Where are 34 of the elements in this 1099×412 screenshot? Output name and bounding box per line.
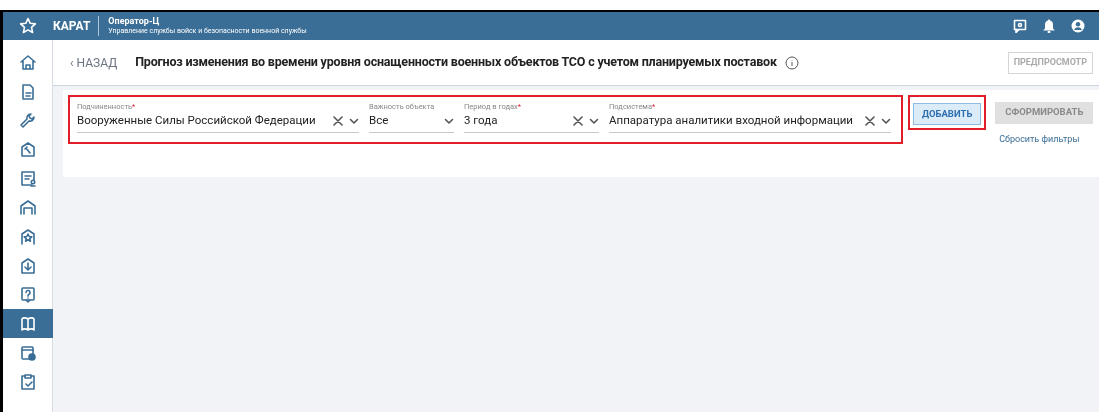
user-icon[interactable] [1071,19,1085,33]
chat-icon [1013,19,1027,33]
app-title: Оператор-Ц [108,16,161,26]
add-button[interactable]: ДОБАВИТЬ [913,103,982,126]
clear-icon [865,116,875,126]
home-icon [18,53,37,72]
clear-icon [573,116,583,126]
chevron-down-icon [349,116,359,126]
wrench-icon [18,111,37,130]
clear-icon [333,116,343,126]
chevron-down-icon [589,116,599,126]
field-value: Вооруженные Силы Российской Федерации [77,112,316,130]
field-value: Аппаратура аналитики входной информации [609,112,853,130]
app-logo: КАРАТ [53,18,92,35]
certificate-icon [18,169,37,188]
hangar-icon [18,198,37,217]
field-value: Все [369,112,389,130]
star-icon [19,17,37,35]
back-link[interactable]: ‹ НАЗАД [70,53,118,72]
book-icon [18,314,37,333]
download-icon [18,256,37,275]
calendar-icon [18,343,37,362]
chevron-down-icon [881,116,891,126]
reset-filters-link[interactable]: Сбросить фильтры [999,133,1080,147]
info-icon[interactable] [784,55,799,70]
star-icon [18,227,37,246]
hammer-icon [18,140,37,159]
bell-icon[interactable] [1043,19,1055,33]
field-value: 3 года [464,112,498,130]
page-title: Прогноз изменения во времени уровня оснащенности военных объектов ТСО с учетом планируемых поставок [135,53,777,72]
chevron-down-icon [444,116,454,126]
sidebar-item[interactable] [2,309,53,338]
clipboard-icon [18,372,37,391]
help-icon [18,285,37,304]
